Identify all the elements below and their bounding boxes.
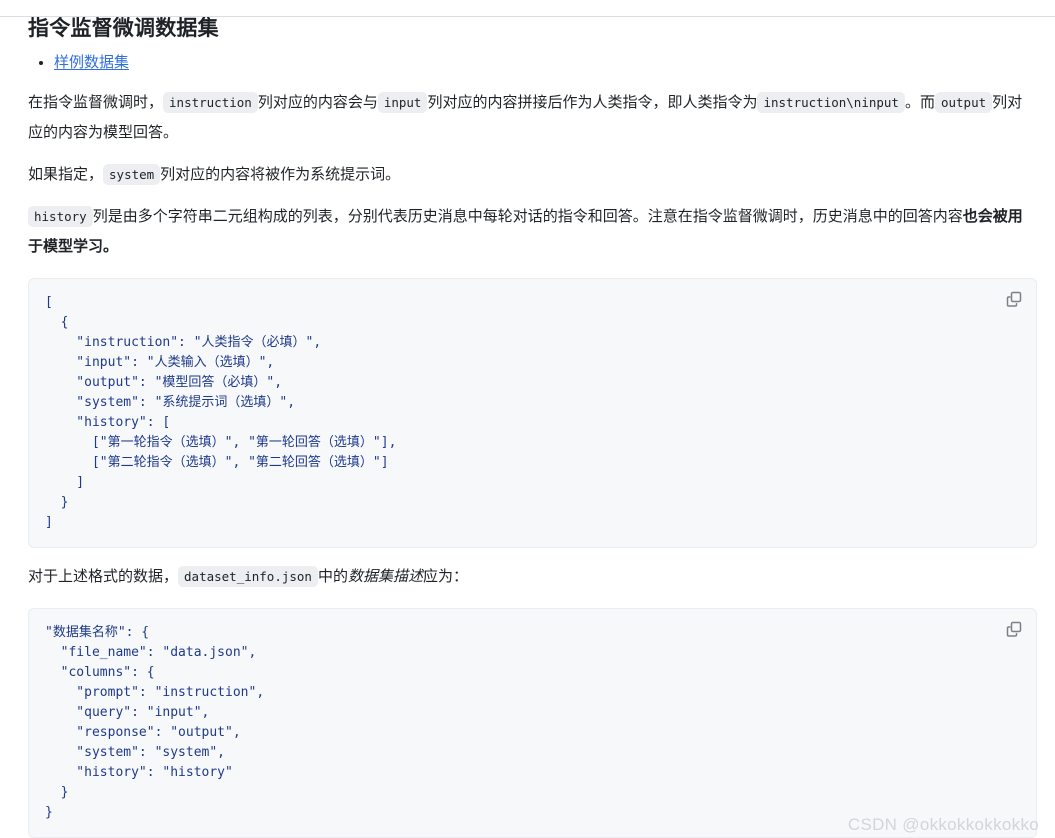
inline-code-dataset-info-json: dataset_info.json bbox=[178, 566, 318, 587]
code-content: [ { "instruction": "人类指令（必填）", "input": … bbox=[45, 295, 397, 530]
text-run: 列是由多个字符串二元组构成的列表，分别代表历史消息中每轮对话的指令和回答。注意在… bbox=[92, 208, 963, 225]
page-top-divider bbox=[0, 16, 1055, 17]
code-block-sft-dataset-example: [ { "instruction": "人类指令（必填）", "input": … bbox=[28, 278, 1037, 548]
watermark: CSDN @okkokkokkokko bbox=[847, 815, 1039, 834]
paragraph-instruction-input: 在指令监督微调时， instruction 列对应的内容会与 input 列对应的内容拼… bbox=[28, 88, 1037, 148]
text-run: 如果指定， bbox=[28, 166, 104, 183]
text-run: 。而 bbox=[904, 94, 935, 111]
inline-code-system: system bbox=[103, 164, 161, 185]
code-block-dataset-info-example: "数据集名称": { "file_name": "data.json", "co… bbox=[28, 608, 1037, 838]
inline-code-instruction: instruction bbox=[163, 92, 258, 113]
text-run: 列对应的内容将被作为系统提示词。 bbox=[160, 166, 401, 183]
code-content: "数据集名称": { "file_name": "data.json", "co… bbox=[45, 625, 265, 820]
text-run: 列对应的内容拼接后作为人类指令，即人类指令为 bbox=[427, 94, 758, 111]
paragraph-dataset-info: 对于上述格式的数据， dataset_info.json 中的数据集描述应为： bbox=[28, 562, 1037, 592]
copy-icon[interactable] bbox=[1004, 619, 1024, 639]
reference-list: 样例数据集 bbox=[28, 52, 1037, 74]
inline-code-instruction-ninput: instruction\ninput bbox=[757, 92, 905, 113]
inline-code-output: output bbox=[934, 92, 993, 113]
text-run-italic: 数据集描述 bbox=[347, 568, 423, 585]
text-run: 对于上述格式的数据， bbox=[28, 568, 179, 585]
list-item: 样例数据集 bbox=[54, 52, 1037, 74]
copy-icon[interactable] bbox=[1004, 289, 1024, 309]
paragraph-history: history 列是由多个字符串二元组构成的列表，分别代表历史消息中每轮对话的指令… bbox=[28, 202, 1037, 262]
paragraph-system: 如果指定， system 列对应的内容将被作为系统提示词。 bbox=[28, 160, 1037, 190]
text-run: 在指令监督微调时， bbox=[28, 94, 164, 111]
sample-dataset-link[interactable]: 样例数据集 bbox=[54, 54, 129, 71]
inline-code-input: input bbox=[377, 92, 428, 113]
inline-code-history: history bbox=[28, 206, 93, 227]
text-run: 应为： bbox=[422, 568, 468, 585]
document-body: 指令监督微调数据集 样例数据集 在指令监督微调时，instruction列对应的… bbox=[0, 16, 1055, 838]
text-run: 列对应的内容会与 bbox=[257, 94, 378, 111]
text-run: 中的 bbox=[317, 568, 348, 585]
page-title: 指令监督微调数据集 bbox=[28, 17, 219, 40]
